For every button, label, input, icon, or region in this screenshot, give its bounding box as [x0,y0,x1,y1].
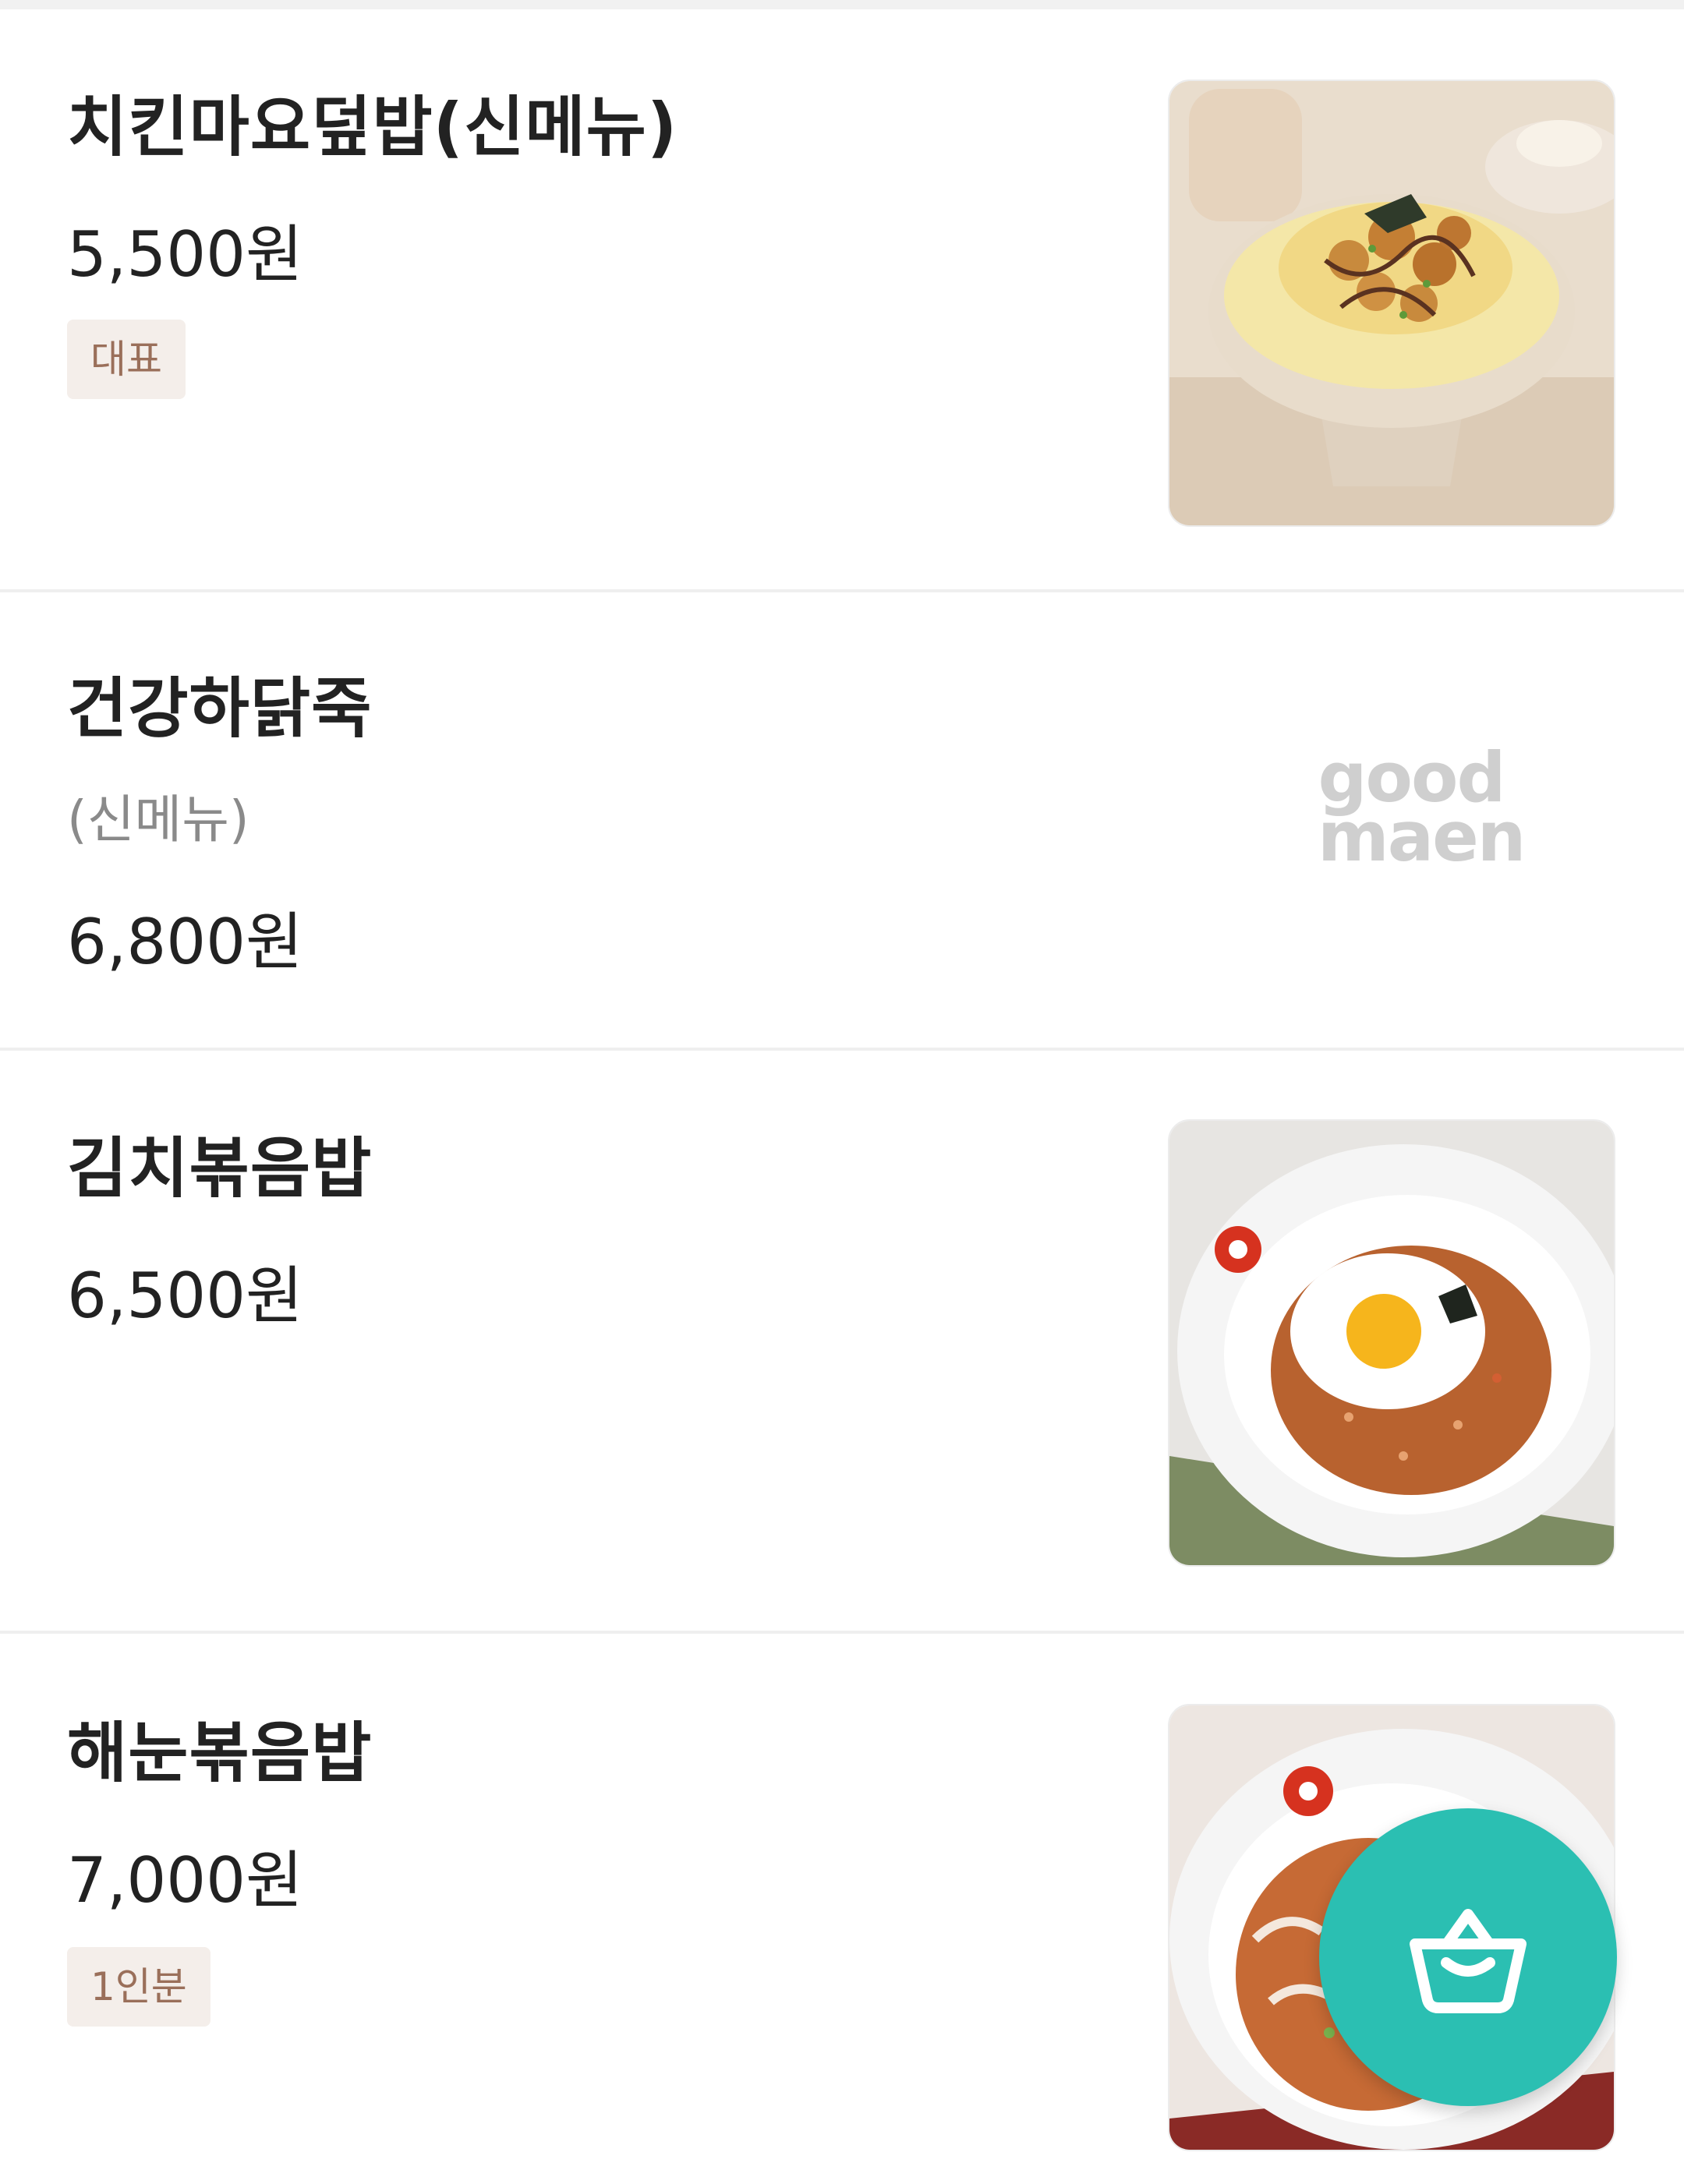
kimchi-fried-rice-image [1169,1121,1614,1565]
menu-item-name: 건강하닭죽 [67,670,373,747]
menu-item-subtitle: (신메뉴) [67,790,249,850]
shopping-basket-icon [1410,1909,1527,2013]
menu-item-name: 치킨마요덮밥(신메뉴) [67,89,678,165]
menu-item-name: 김치볶음밥 [67,1130,373,1207]
menu-item-price: 7,000원 [67,1844,303,1917]
chicken-mayo-rice-bowl-image [1169,81,1614,525]
placeholder-logo: good maen [1318,737,1526,877]
menu-item-name: 해눈볶음밥 [67,1715,373,1791]
menu-item-badge: 대표 [67,320,186,399]
cart-button[interactable] [1319,1808,1617,2106]
menu-item-chicken-mayo[interactable]: 치킨마요덮밥(신메뉴) 5,500원 대표 [0,9,1684,589]
menu-item-photo[interactable] [1168,80,1615,527]
top-divider [0,0,1684,9]
menu-item-badge: 1인분 [67,1947,210,2027]
menu-item-price: 5,500원 [67,218,303,291]
menu-item-kimchi-fried-rice[interactable]: 김치볶음밥 6,500원 [0,1051,1684,1631]
menu-item-price: 6,500원 [67,1260,303,1332]
menu-item-price: 6,800원 [67,906,303,978]
menu-item-photo[interactable] [1168,1119,1615,1567]
